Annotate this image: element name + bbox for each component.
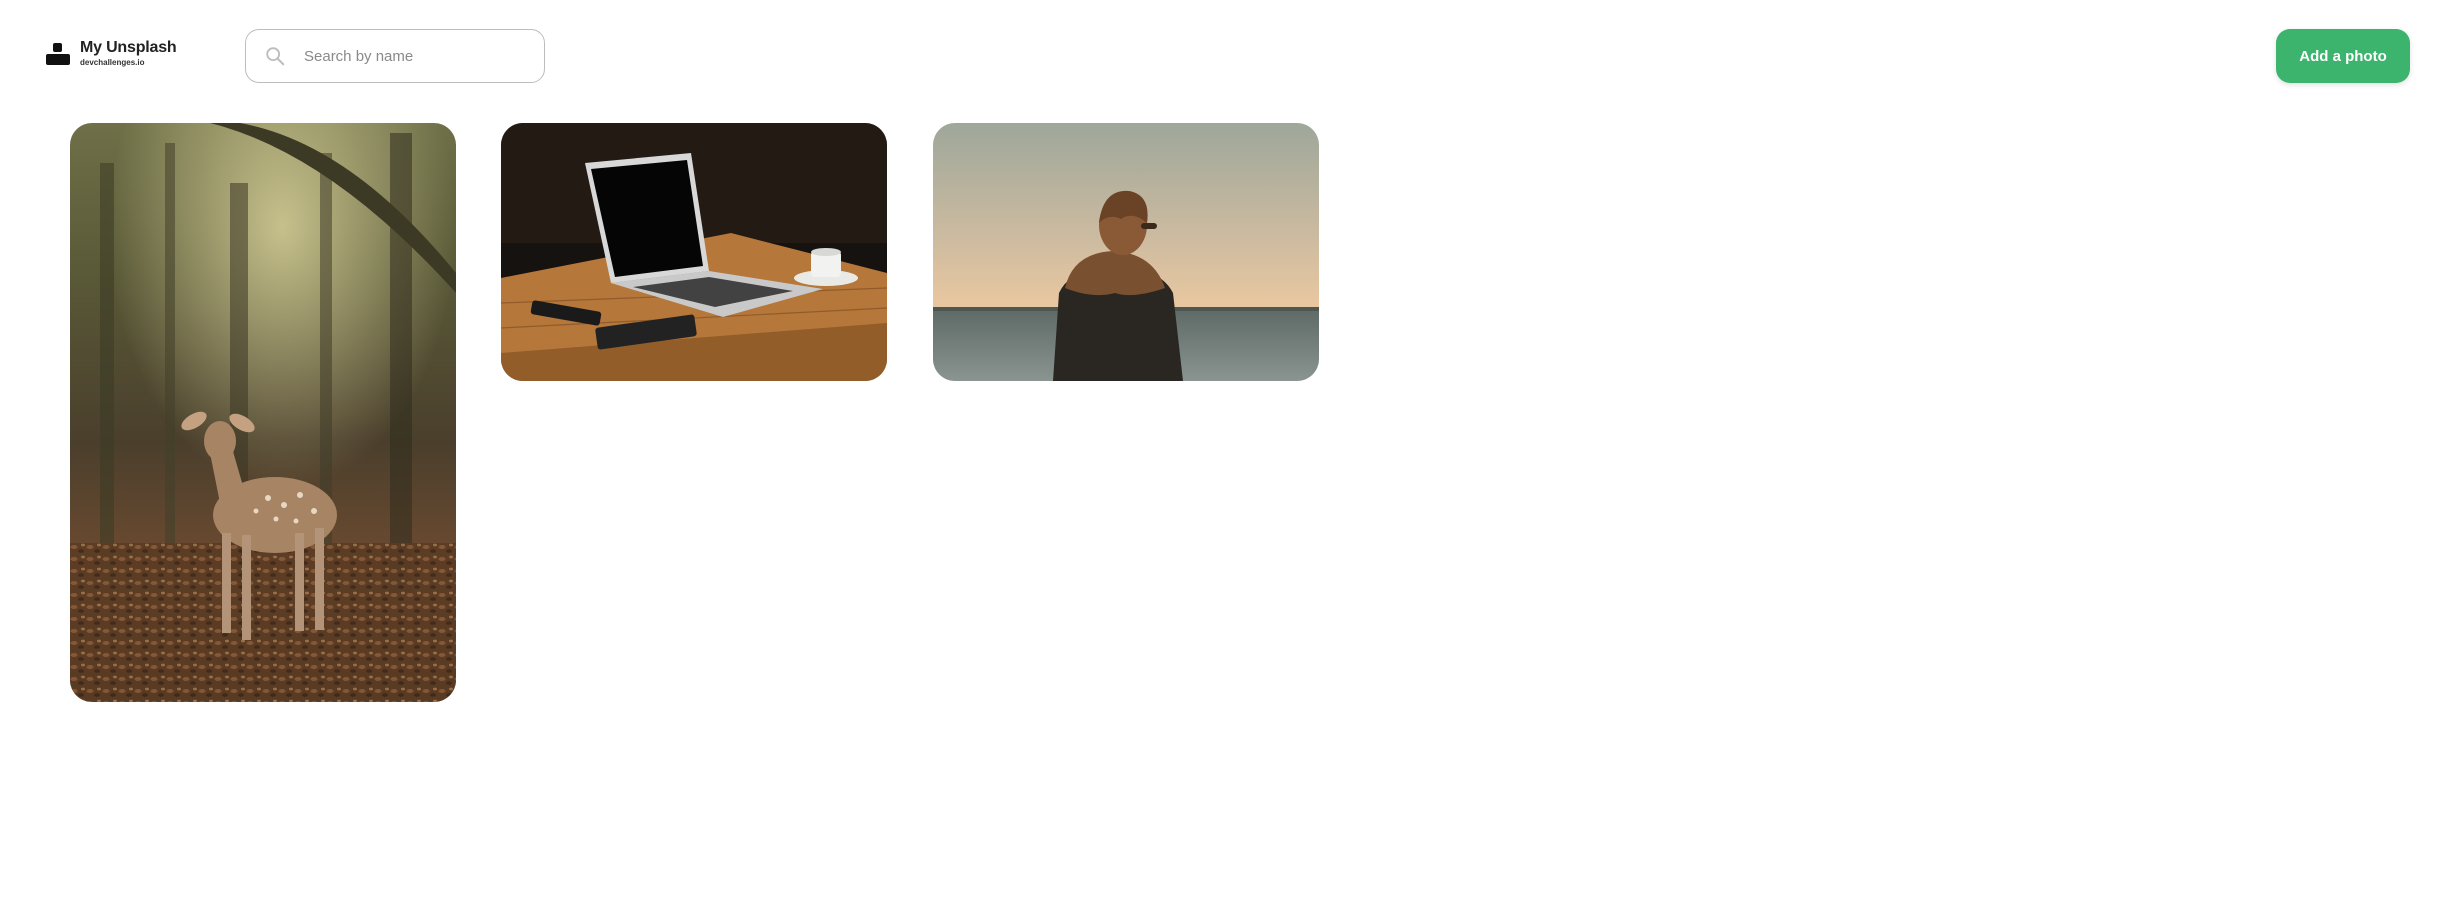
brand-title: My Unsplash [80, 39, 177, 56]
search-input[interactable] [302, 46, 506, 66]
search-box[interactable] [245, 29, 545, 83]
person-photo [933, 123, 1319, 381]
photo-card-deer[interactable] [70, 123, 456, 702]
photo-card-laptop[interactable] [501, 123, 887, 381]
photo-card-person[interactable] [933, 123, 1319, 381]
deer-photo [70, 123, 456, 702]
brand-text: My Unsplash devchallenges.io [80, 40, 177, 67]
search-icon [266, 47, 285, 66]
brand-subtitle: devchallenges.io [80, 58, 145, 67]
add-photo-button[interactable]: Add a photo [2276, 29, 2410, 83]
laptop-photo [501, 123, 887, 381]
top-bar: My Unsplash devchallenges.io Add a photo [0, 0, 2458, 110]
brand-logo[interactable]: My Unsplash devchallenges.io [46, 40, 177, 67]
unsplash-user-mark-icon [46, 42, 70, 66]
